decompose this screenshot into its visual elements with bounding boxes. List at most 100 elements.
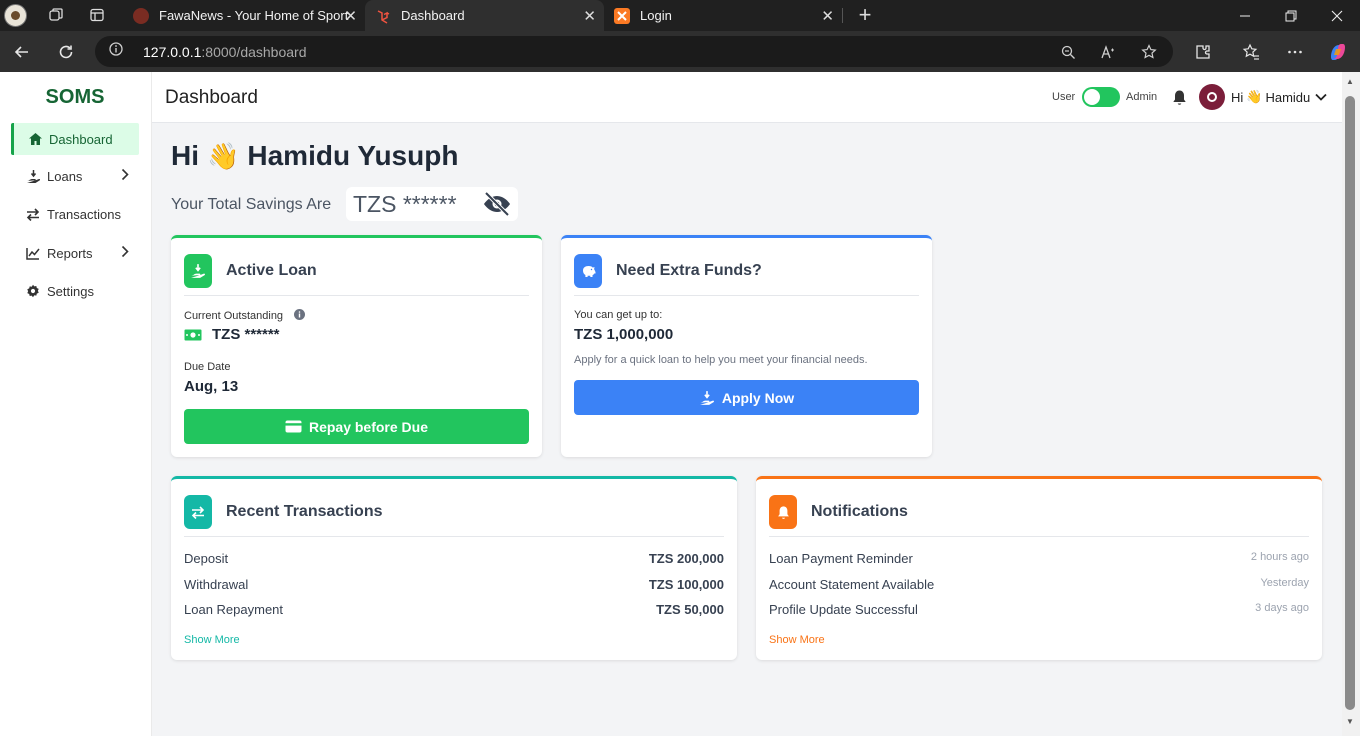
transaction-amount: TZS 200,000 bbox=[648, 551, 724, 566]
favorite-star-icon[interactable] bbox=[1138, 42, 1160, 62]
notification-time: Yesterday bbox=[1260, 577, 1309, 589]
repay-button[interactable]: Repay before Due bbox=[184, 409, 529, 444]
sidebar-item-transactions[interactable]: Transactions bbox=[11, 198, 139, 230]
sidebar-item-reports[interactable]: Reports bbox=[11, 237, 139, 269]
due-date-value: Aug, 13 bbox=[184, 378, 239, 395]
scroll-down-icon[interactable]: ▼ bbox=[1346, 718, 1354, 726]
copilot-icon[interactable] bbox=[1324, 38, 1352, 66]
card-title: Recent Transactions bbox=[226, 503, 383, 520]
xampp-favicon bbox=[614, 7, 630, 24]
user-name: Hamidu bbox=[1265, 89, 1311, 105]
browser-toolbar: 127.0.0.1:8000/dashboard bbox=[0, 31, 1360, 72]
outstanding-label-text: Current Outstanding bbox=[184, 310, 284, 322]
apply-now-label: Apply Now bbox=[721, 389, 795, 406]
loan-description: Apply for a quick loan to help you meet … bbox=[574, 354, 868, 366]
apply-now-button[interactable]: Apply Now bbox=[574, 380, 919, 415]
gear-icon bbox=[25, 283, 41, 299]
outstanding-value: TZS ****** bbox=[184, 326, 280, 343]
transactions-show-more-link[interactable]: Show More bbox=[184, 634, 240, 646]
credit-card-icon bbox=[285, 420, 302, 433]
new-tab-icon[interactable]: + bbox=[851, 2, 879, 27]
zoom-icon[interactable] bbox=[1057, 42, 1079, 62]
restore-icon[interactable] bbox=[1268, 0, 1314, 31]
user-menu[interactable]: Hi 👋 Hamidu bbox=[1231, 89, 1327, 105]
transaction-type: Deposit bbox=[184, 551, 229, 566]
outstanding-label: Current Outstanding bbox=[184, 309, 306, 323]
wave-emoji: 👋 bbox=[1246, 89, 1263, 104]
card-title: Active Loan bbox=[226, 262, 317, 279]
workspaces-icon[interactable] bbox=[42, 3, 70, 27]
scroll-up-icon[interactable]: ▲ bbox=[1346, 78, 1354, 86]
notification-title[interactable]: Loan Payment Reminder bbox=[769, 551, 913, 566]
sidebar-item-dashboard[interactable]: Dashboard bbox=[11, 123, 139, 155]
browser-tab-fawanews[interactable]: FawaNews - Your Home of Sport ✕ bbox=[123, 0, 365, 31]
more-menu-icon[interactable] bbox=[1281, 38, 1309, 66]
notification-time: 2 hours ago bbox=[1250, 551, 1309, 563]
back-icon[interactable] bbox=[8, 38, 36, 66]
sidebar-item-label: Dashboard bbox=[49, 131, 113, 147]
read-aloud-icon[interactable] bbox=[1098, 42, 1120, 62]
url-host: 127.0.0.1 bbox=[143, 43, 202, 60]
savings-label: Your Total Savings Are bbox=[171, 196, 332, 213]
extensions-icon[interactable] bbox=[1189, 38, 1217, 66]
hand-coin-icon bbox=[699, 390, 715, 406]
toggle-knob bbox=[1084, 89, 1100, 105]
transaction-type: Loan Repayment bbox=[184, 602, 284, 617]
savings-display: TZS ****** bbox=[346, 187, 518, 221]
minimize-icon[interactable] bbox=[1222, 0, 1268, 31]
card-header: Recent Transactions bbox=[184, 495, 724, 537]
favorites-icon[interactable] bbox=[1237, 38, 1265, 66]
due-date-label: Due Date bbox=[184, 361, 231, 373]
piggy-bank-icon bbox=[574, 254, 602, 288]
bell-icon bbox=[769, 495, 797, 529]
sidebar-item-loans[interactable]: Loans bbox=[11, 160, 139, 192]
user-greet-prefix: Hi bbox=[1231, 89, 1244, 105]
sidebar-item-label: Loans bbox=[47, 168, 83, 184]
transaction-amount: TZS 100,000 bbox=[648, 577, 724, 592]
home-icon bbox=[27, 131, 43, 147]
card-header: Active Loan bbox=[184, 254, 529, 296]
sidebar-item-label: Settings bbox=[47, 283, 94, 299]
welcome-heading: Hi 👋 Hamidu Yusuph bbox=[171, 140, 458, 172]
eye-slash-icon[interactable] bbox=[482, 191, 512, 222]
site-info-icon[interactable] bbox=[109, 42, 123, 61]
card-header: Notifications bbox=[769, 495, 1309, 537]
user-admin-toggle[interactable] bbox=[1082, 87, 1120, 107]
browser-tab-dashboard[interactable]: Dashboard ✕ bbox=[365, 0, 604, 31]
transaction-amount: TZS 50,000 bbox=[656, 602, 724, 617]
tab-separator bbox=[842, 8, 843, 23]
card-title: Need Extra Funds? bbox=[616, 262, 762, 279]
transaction-type: Withdrawal bbox=[184, 577, 249, 592]
avatar[interactable] bbox=[1199, 84, 1225, 110]
loan-limit-value: TZS 1,000,000 bbox=[574, 326, 674, 343]
notification-title[interactable]: Account Statement Available bbox=[769, 577, 934, 592]
refresh-icon[interactable] bbox=[52, 38, 80, 66]
exchange-icon bbox=[184, 495, 212, 529]
notifications-show-more-link[interactable]: Show More bbox=[769, 634, 825, 646]
close-tab-icon[interactable]: ✕ bbox=[821, 7, 834, 25]
close-window-icon[interactable] bbox=[1314, 0, 1360, 31]
card-title: Notifications bbox=[811, 503, 908, 520]
tab-actions-icon[interactable] bbox=[83, 3, 111, 27]
mode-admin-label: Admin bbox=[1126, 91, 1158, 103]
browser-tab-login[interactable]: Login ✕ bbox=[604, 0, 842, 31]
sidebar-item-settings[interactable]: Settings bbox=[11, 275, 139, 307]
brand-logo[interactable]: SOMS bbox=[0, 86, 150, 109]
hand-coin-icon bbox=[25, 168, 41, 184]
tab-label: Login bbox=[640, 8, 672, 23]
scrollbar-thumb[interactable] bbox=[1345, 96, 1355, 710]
chevron-down-icon bbox=[1315, 93, 1327, 101]
browser-profile-icon[interactable] bbox=[4, 4, 27, 27]
close-tab-icon[interactable]: ✕ bbox=[583, 7, 596, 25]
address-bar[interactable]: 127.0.0.1:8000/dashboard bbox=[95, 36, 1173, 67]
recent-transactions-card: Recent Transactions Deposit TZS 200,000 … bbox=[171, 476, 737, 660]
tab-label: Dashboard bbox=[401, 8, 465, 23]
bell-icon[interactable] bbox=[1170, 87, 1188, 107]
info-icon[interactable] bbox=[294, 309, 306, 323]
close-tab-icon[interactable]: ✕ bbox=[344, 7, 357, 25]
loan-limit-label: You can get up to: bbox=[574, 309, 663, 321]
notification-title[interactable]: Profile Update Successful bbox=[769, 602, 918, 617]
notification-time: 3 days ago bbox=[1255, 602, 1309, 614]
sidebar: SOMS Dashboard Loans Transactions Report… bbox=[0, 72, 152, 736]
tab-label: FawaNews - Your Home of Sport bbox=[159, 8, 349, 23]
